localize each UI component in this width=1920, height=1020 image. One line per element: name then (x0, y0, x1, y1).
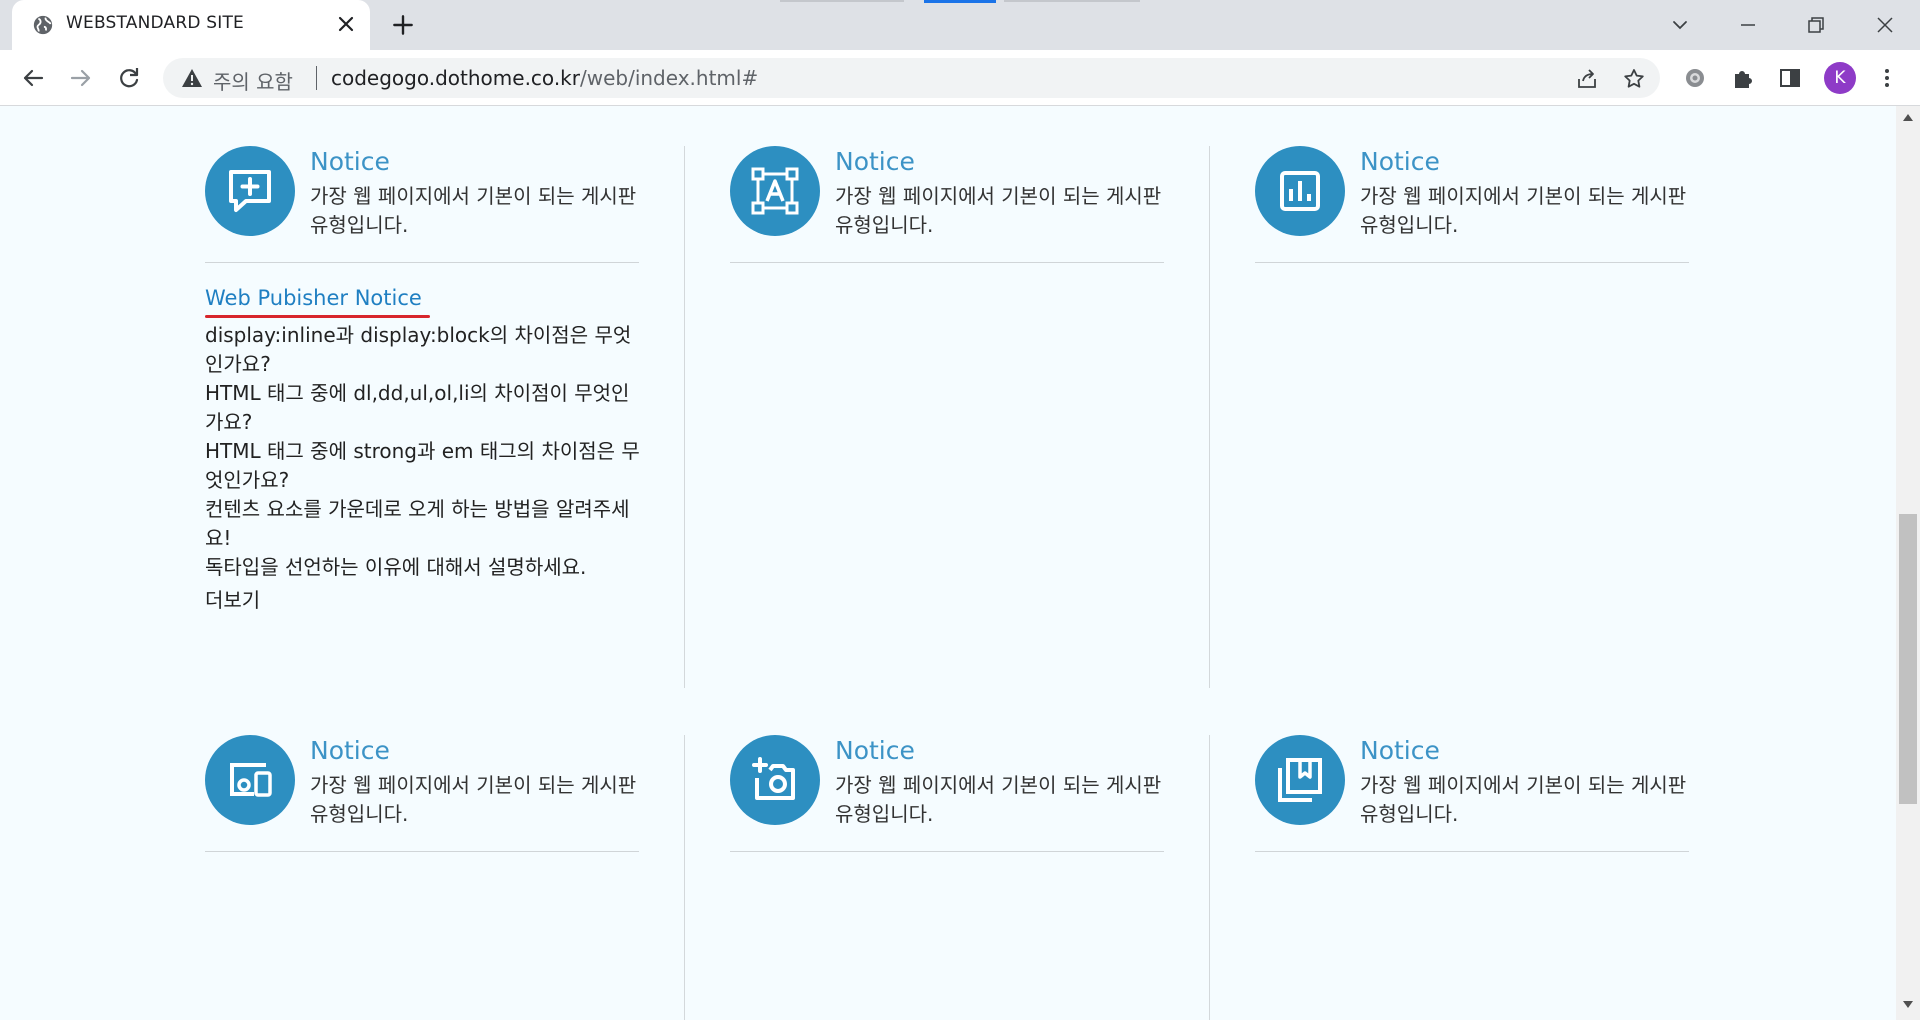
notice-item[interactable]: 컨텐츠 요소를 가운데로 오게 하는 방법을 알려주세요! (205, 495, 645, 553)
card-description: 가장 웹 페이지에서 기본이 되는 게시판 유형입니다. (310, 184, 637, 237)
notice-item[interactable]: HTML 태그 중에 strong과 em 태그의 차이점은 무엇인가요? (205, 437, 645, 495)
more-link[interactable]: 더보기 (205, 584, 260, 613)
notice-item[interactable]: 독타입을 선언하는 이유에 대해서 설명하세요. (205, 553, 645, 582)
close-window-icon[interactable] (1870, 10, 1900, 40)
card-description: 가장 웹 페이지에서 기본이 되는 게시판 유형입니다. (1360, 773, 1687, 826)
card-description: 가장 웹 페이지에서 기본이 되는 게시판 유형입니다. (835, 773, 1162, 826)
notice-list: display:inline과 display:block의 차이점은 무엇인가… (205, 321, 645, 582)
forward-icon[interactable] (66, 63, 96, 93)
card-title[interactable]: Notice (1360, 736, 1440, 765)
tab-strip: WEBSTANDARD SITE (0, 0, 1920, 50)
browser-toolbar: 주의 요함 codegogo.dothome.co.kr/web/index.h… (0, 50, 1920, 106)
card-icon-circle[interactable] (1255, 146, 1345, 236)
extensions-puzzle-icon[interactable] (1730, 65, 1756, 91)
card-divider (730, 262, 1164, 263)
column-divider (684, 146, 685, 688)
tab-title: WEBSTANDARD SITE (66, 13, 244, 33)
card-icon-circle[interactable] (1255, 735, 1345, 825)
card-divider (730, 851, 1164, 852)
minimize-icon[interactable] (1733, 10, 1763, 40)
tab-indicator-right (1004, 0, 1140, 2)
column-divider (684, 735, 685, 1020)
warning-icon[interactable] (181, 68, 203, 88)
card-divider (205, 262, 639, 263)
message-plus-icon (229, 170, 271, 212)
close-tab-icon[interactable] (334, 12, 358, 36)
card-title[interactable]: Notice (835, 736, 915, 765)
notice-heading-underline (205, 315, 430, 318)
scrollbar-thumb[interactable] (1899, 514, 1917, 804)
devices-icon (230, 763, 272, 797)
bar-chart-icon (1280, 171, 1320, 211)
column-divider (1209, 735, 1210, 1020)
card-icon-circle[interactable] (730, 146, 820, 236)
security-label[interactable]: 주의 요함 (213, 66, 293, 95)
url-host: codegogo.dothome.co.kr (331, 66, 580, 90)
bookmark-star-icon[interactable] (1622, 67, 1646, 91)
scroll-down-arrow-icon[interactable] (1902, 1000, 1914, 1010)
card-divider (205, 851, 639, 852)
restore-icon[interactable] (1801, 10, 1831, 40)
extension-gear-icon[interactable] (1682, 65, 1708, 91)
card-title[interactable]: Notice (835, 147, 915, 176)
side-panel-icon[interactable] (1777, 65, 1803, 91)
more-menu-icon[interactable] (1874, 65, 1900, 91)
bookmark-library-icon (1278, 758, 1322, 802)
card-description: 가장 웹 페이지에서 기본이 되는 게시판 유형입니다. (310, 773, 637, 826)
card-icon-circle[interactable] (730, 735, 820, 825)
url-path: /web/index.html# (579, 66, 759, 90)
card-icon-circle[interactable] (205, 735, 295, 825)
text-frame-icon (751, 167, 799, 215)
url-text[interactable]: codegogo.dothome.co.kr/web/index.html# (331, 66, 758, 90)
scroll-up-arrow-icon[interactable] (1902, 112, 1914, 122)
back-icon[interactable] (18, 63, 48, 93)
globe-icon (33, 15, 53, 35)
card-icon-circle[interactable] (205, 146, 295, 236)
card-description: 가장 웹 페이지에서 기본이 되는 게시판 유형입니다. (835, 184, 1162, 237)
notice-item[interactable]: display:inline과 display:block의 차이점은 무엇인가… (205, 321, 645, 379)
card-description: 가장 웹 페이지에서 기본이 되는 게시판 유형입니다. (1360, 184, 1687, 237)
notice-heading[interactable]: Web Pubisher Notice (205, 286, 422, 310)
card-title[interactable]: Notice (310, 147, 390, 176)
reload-icon[interactable] (114, 63, 144, 93)
add-camera-icon (752, 757, 795, 800)
card-title[interactable]: Notice (310, 736, 390, 765)
tab-indicator-left (780, 0, 904, 2)
card-divider (1255, 262, 1689, 263)
active-tab[interactable]: WEBSTANDARD SITE (12, 0, 370, 50)
address-separator (316, 66, 317, 90)
card-divider (1255, 851, 1689, 852)
tab-indicator-active (924, 0, 996, 3)
share-icon[interactable] (1575, 67, 1599, 91)
card-title[interactable]: Notice (1360, 147, 1440, 176)
new-tab-icon[interactable] (390, 12, 416, 38)
tab-search-chevron-icon[interactable] (1665, 10, 1695, 40)
profile-avatar[interactable]: K (1824, 62, 1856, 94)
notice-item[interactable]: HTML 태그 중에 dl,dd,ul,ol,li의 차이점이 무엇인가요? (205, 379, 645, 437)
address-bar[interactable]: 주의 요함 codegogo.dothome.co.kr/web/index.h… (163, 58, 1660, 98)
column-divider (1209, 146, 1210, 688)
